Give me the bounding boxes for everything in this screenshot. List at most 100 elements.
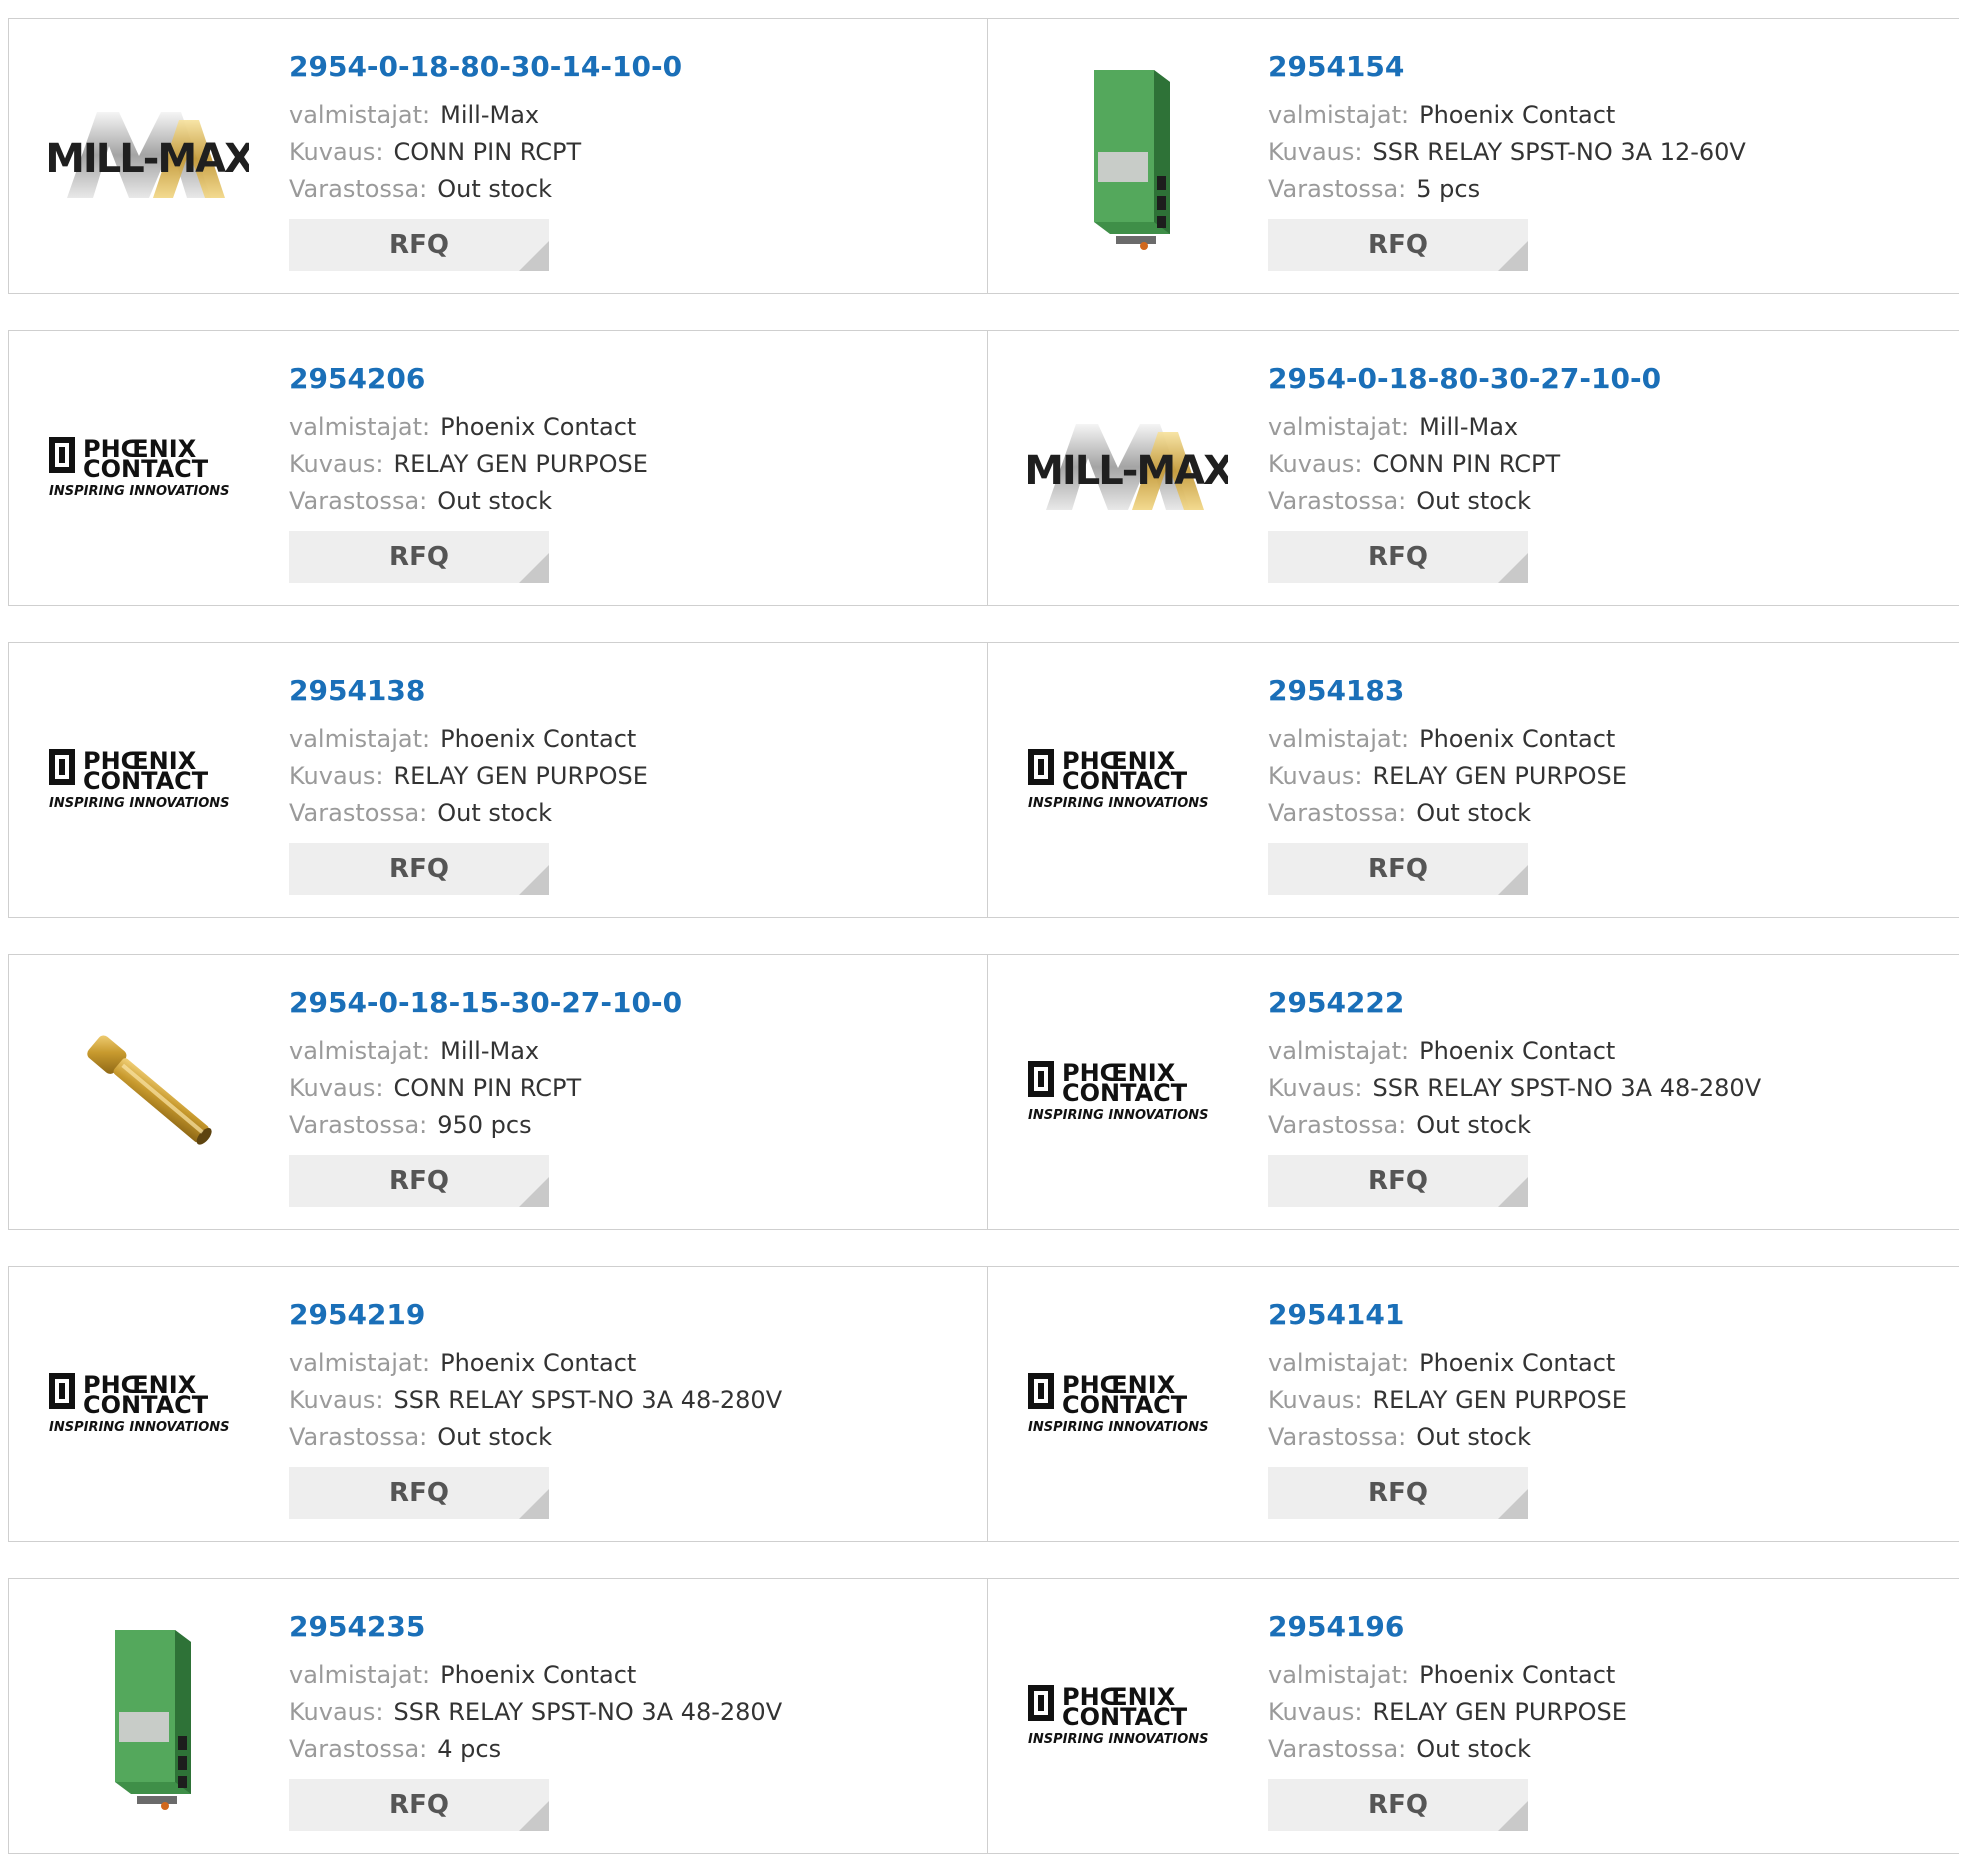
part-number-link[interactable]: 2954141	[1268, 1298, 1404, 1331]
product-image[interactable]: PHŒNIX CONTACT INSPIRING INNOVATIONS	[45, 1307, 253, 1497]
stock-row: Varastossa: Out stock	[289, 175, 552, 203]
phoenix-logo-tagline: INSPIRING INNOVATIONS	[49, 484, 230, 499]
description-label: Kuvaus:	[289, 1386, 384, 1414]
product-grid: MILL-MAX 2954-0-18-80-30-14-10-0 valmist…	[0, 0, 1961, 1854]
green-relay-module-icon	[115, 1630, 191, 1810]
description-row: Kuvaus: CONN PIN RCPT	[1268, 450, 1560, 478]
product-image[interactable]	[45, 995, 253, 1185]
description-label: Kuvaus:	[289, 450, 384, 478]
part-number-link[interactable]: 2954154	[1268, 50, 1404, 83]
description-row: Kuvaus: RELAY GEN PURPOSE	[1268, 1386, 1627, 1414]
manufacturer-row: valmistajat: Phoenix Contact	[1268, 1037, 1615, 1065]
phoenix-contact-logo-icon: PHŒNIX CONTACT INSPIRING INNOVATIONS	[49, 1371, 230, 1435]
manufacturer-row: valmistajat: Phoenix Contact	[289, 725, 636, 753]
part-number-link[interactable]: 2954183	[1268, 674, 1404, 707]
product-image[interactable]: PHŒNIX CONTACT INSPIRING INNOVATIONS	[45, 371, 253, 561]
manufacturer-value: Phoenix Contact	[440, 1349, 637, 1377]
corner-fold-icon	[1498, 1177, 1528, 1207]
rfq-button[interactable]: RFQ	[289, 531, 549, 583]
product-card: MILL-MAX 2954-0-18-80-30-14-10-0 valmist…	[8, 18, 988, 294]
part-number-link[interactable]: 2954138	[289, 674, 425, 707]
rfq-button[interactable]: RFQ	[289, 1155, 549, 1207]
description-label: Kuvaus:	[289, 762, 384, 790]
rfq-button-label: RFQ	[1368, 854, 1428, 884]
corner-fold-icon	[519, 1801, 549, 1831]
rfq-button[interactable]: RFQ	[289, 1467, 549, 1519]
product-image[interactable]: MILL-MAX	[1024, 371, 1232, 561]
manufacturer-label: valmistajat:	[289, 1661, 431, 1689]
part-number-link[interactable]: 2954-0-18-15-30-27-10-0	[289, 986, 682, 1019]
rfq-button[interactable]: RFQ	[1268, 1467, 1528, 1519]
description-label: Kuvaus:	[289, 1698, 384, 1726]
manufacturer-value: Phoenix Contact	[1419, 1037, 1616, 1065]
rfq-button[interactable]: RFQ	[1268, 531, 1528, 583]
stock-label: Varastossa:	[1268, 487, 1407, 515]
rfq-button[interactable]: RFQ	[1268, 219, 1528, 271]
rfq-button-label: RFQ	[389, 230, 449, 260]
part-number-link[interactable]: 2954206	[289, 362, 425, 395]
description-label: Kuvaus:	[289, 1074, 384, 1102]
product-image[interactable]: PHŒNIX CONTACT INSPIRING INNOVATIONS	[45, 683, 253, 873]
phoenix-logo-tagline: INSPIRING INNOVATIONS	[1028, 796, 1209, 811]
rfq-button[interactable]: RFQ	[1268, 843, 1528, 895]
part-number-link[interactable]: 2954-0-18-80-30-27-10-0	[1268, 362, 1661, 395]
product-image[interactable]: PHŒNIX CONTACT INSPIRING INNOVATIONS	[1024, 683, 1232, 873]
phoenix-contact-logo-icon: PHŒNIX CONTACT INSPIRING INNOVATIONS	[1028, 1683, 1209, 1747]
manufacturer-label: valmistajat:	[1268, 413, 1410, 441]
phoenix-logo-tagline: INSPIRING INNOVATIONS	[1028, 1108, 1209, 1123]
part-number-link[interactable]: 2954222	[1268, 986, 1404, 1019]
corner-fold-icon	[519, 1177, 549, 1207]
product-card: MILL-MAX 2954-0-18-80-30-27-10-0 valmist…	[987, 330, 1959, 606]
product-card: PHŒNIX CONTACT INSPIRING INNOVATIONS 295…	[8, 330, 988, 606]
description-row: Kuvaus: RELAY GEN PURPOSE	[1268, 1698, 1627, 1726]
phoenix-logo-tagline: INSPIRING INNOVATIONS	[49, 1420, 230, 1435]
millmax-logo-text: MILL-MAX	[1028, 448, 1228, 494]
rfq-button[interactable]: RFQ	[289, 219, 549, 271]
manufacturer-label: valmistajat:	[289, 1349, 431, 1377]
phoenix-logo-line2: CONTACT	[83, 1391, 209, 1419]
description-label: Kuvaus:	[1268, 1386, 1363, 1414]
manufacturer-label: valmistajat:	[1268, 1037, 1410, 1065]
product-image[interactable]: PHŒNIX CONTACT INSPIRING INNOVATIONS	[1024, 1619, 1232, 1809]
description-value: CONN PIN RCPT	[393, 1074, 582, 1102]
manufacturer-label: valmistajat:	[289, 101, 431, 129]
product-card: PHŒNIX CONTACT INSPIRING INNOVATIONS 295…	[987, 642, 1959, 918]
rfq-button[interactable]: RFQ	[1268, 1779, 1528, 1831]
phoenix-logo-line2: CONTACT	[83, 767, 209, 795]
part-number-link[interactable]: 2954219	[289, 1298, 425, 1331]
manufacturer-row: valmistajat: Phoenix Contact	[289, 413, 636, 441]
rfq-button[interactable]: RFQ	[289, 843, 549, 895]
stock-value: Out stock	[1416, 1423, 1532, 1451]
stock-value: Out stock	[1416, 1735, 1532, 1763]
stock-value: Out stock	[437, 175, 553, 203]
product-image[interactable]: MILL-MAX	[45, 59, 253, 249]
manufacturer-row: valmistajat: Phoenix Contact	[289, 1661, 636, 1689]
rfq-button-label: RFQ	[1368, 1478, 1428, 1508]
part-number-link[interactable]: 2954-0-18-80-30-14-10-0	[289, 50, 682, 83]
product-image[interactable]	[1024, 59, 1232, 250]
manufacturer-value: Phoenix Contact	[1419, 725, 1616, 753]
stock-row: Varastossa: 4 pcs	[289, 1735, 501, 1763]
manufacturer-value: Phoenix Contact	[440, 725, 637, 753]
description-row: Kuvaus: RELAY GEN PURPOSE	[289, 450, 648, 478]
rfq-button-label: RFQ	[389, 1790, 449, 1820]
manufacturer-value: Phoenix Contact	[1419, 1661, 1616, 1689]
rfq-button[interactable]: RFQ	[289, 1779, 549, 1831]
product-image[interactable]: PHŒNIX CONTACT INSPIRING INNOVATIONS	[1024, 1307, 1232, 1497]
part-number-link[interactable]: 2954235	[289, 1610, 425, 1643]
rfq-button-label: RFQ	[1368, 1790, 1428, 1820]
rfq-button[interactable]: RFQ	[1268, 1155, 1528, 1207]
part-number-link[interactable]: 2954196	[1268, 1610, 1404, 1643]
phoenix-logo-tagline: INSPIRING INNOVATIONS	[49, 796, 230, 811]
stock-label: Varastossa:	[289, 799, 428, 827]
stock-value: Out stock	[437, 1423, 553, 1451]
product-image[interactable]: PHŒNIX CONTACT INSPIRING INNOVATIONS	[1024, 995, 1232, 1185]
phoenix-logo-tagline: INSPIRING INNOVATIONS	[1028, 1732, 1209, 1747]
product-image[interactable]	[45, 1619, 253, 1810]
stock-label: Varastossa:	[289, 1111, 428, 1139]
rfq-button-label: RFQ	[389, 542, 449, 572]
description-value: RELAY GEN PURPOSE	[1372, 1698, 1627, 1726]
phoenix-logo-line2: CONTACT	[1062, 1079, 1188, 1107]
phoenix-contact-logo-icon: PHŒNIX CONTACT INSPIRING INNOVATIONS	[1028, 1059, 1209, 1123]
rfq-button-label: RFQ	[1368, 230, 1428, 260]
